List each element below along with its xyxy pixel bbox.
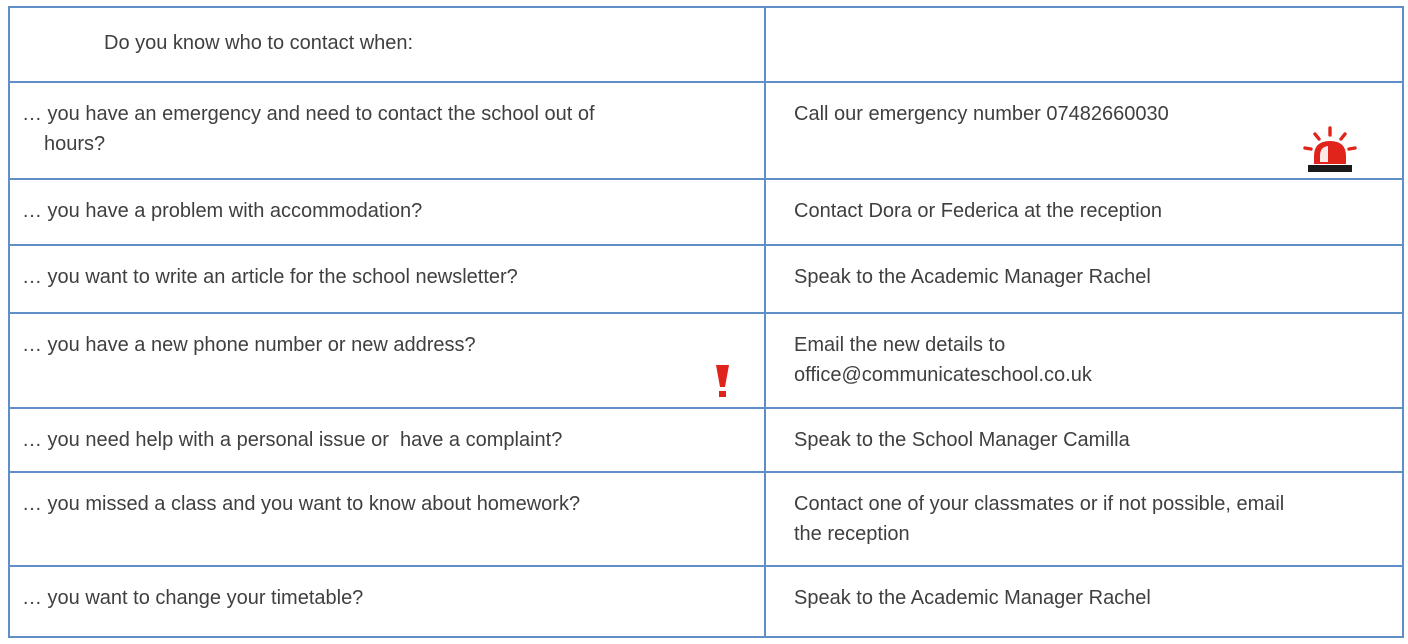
answer-cell (764, 6, 1404, 83)
question-text: … you want to write an article for the s… (22, 265, 518, 288)
question-cell: … you have an emergency and need to cont… (8, 80, 766, 180)
question-text: … you have a new phone number or new add… (22, 334, 476, 357)
question-text: … you have an emergency and need to cont… (11, 84, 763, 159)
question-cell: … you need help with a personal issue or… (8, 406, 766, 473)
email-address: office@communicateschool.co.uk (794, 364, 1092, 387)
answer-line: Contact one of your classmates or if not… (794, 492, 1285, 515)
question-cell: … you missed a class and you want to kno… (8, 470, 766, 568)
answer-text: Email the new details to office@communic… (767, 315, 1401, 390)
header-answer-text (767, 9, 1401, 24)
contact-table: Do you know who to contact when: … you h… (8, 6, 1404, 638)
answer-cell: Email the new details to office@communic… (764, 312, 1404, 409)
answer-text: Contact Dora or Federica at the receptio… (794, 199, 1162, 222)
answer-line: Email the new details to (794, 334, 1006, 357)
table-row: … you want to change your timetable? Spe… (8, 565, 1404, 638)
answer-text: Speak to the Academic Manager Rachel (794, 265, 1151, 288)
question-cell: … you want to change your timetable? (8, 565, 766, 638)
question-cell: … you want to write an article for the s… (8, 243, 766, 315)
question-text: … you have a problem with accommodation? (22, 199, 423, 222)
exclamation-icon (716, 364, 729, 397)
table-row: … you want to write an article for the s… (8, 243, 1404, 315)
answer-text: Speak to the Academic Manager Rachel (794, 587, 1151, 610)
answer-cell: Call our emergency number 07482660030 (764, 80, 1404, 180)
answer-text: Contact one of your classmates or if not… (767, 474, 1401, 549)
question-cell: Do you know who to contact when: (8, 6, 766, 83)
question-text: … you missed a class and you want to kno… (22, 492, 581, 515)
table-header-row: Do you know who to contact when: (8, 6, 1404, 83)
answer-text: Call our emergency number 07482660030 (794, 102, 1169, 125)
question-text: … you need help with a personal issue or… (22, 428, 563, 451)
table-row: … you have a new phone number or new add… (8, 312, 1404, 409)
question-text: … you want to change your timetable? (22, 587, 364, 610)
answer-cell: Contact Dora or Federica at the receptio… (764, 177, 1404, 246)
question-cell: … you have a problem with accommodation? (8, 177, 766, 246)
table-row: … you have an emergency and need to cont… (8, 80, 1404, 180)
answer-cell: Speak to the Academic Manager Rachel (764, 565, 1404, 638)
table-row: … you need help with a personal issue or… (8, 406, 1404, 473)
question-line: … you have an emergency and need to cont… (22, 102, 595, 125)
answer-cell: Speak to the School Manager Camilla (764, 406, 1404, 473)
question-cell: … you have a new phone number or new add… (8, 312, 766, 409)
question-line: hours? (44, 132, 106, 155)
table-row: … you have a problem with accommodation?… (8, 177, 1404, 246)
document-page: Do you know who to contact when: … you h… (0, 0, 1408, 644)
answer-text: Speak to the School Manager Camilla (794, 428, 1130, 451)
answer-cell: Contact one of your classmates or if not… (764, 470, 1404, 568)
siren-icon (1303, 126, 1357, 172)
header-question-text: Do you know who to contact when: (104, 32, 414, 54)
answer-line: the reception (794, 522, 910, 545)
answer-cell: Speak to the Academic Manager Rachel (764, 243, 1404, 315)
table-row: … you missed a class and you want to kno… (8, 470, 1404, 568)
